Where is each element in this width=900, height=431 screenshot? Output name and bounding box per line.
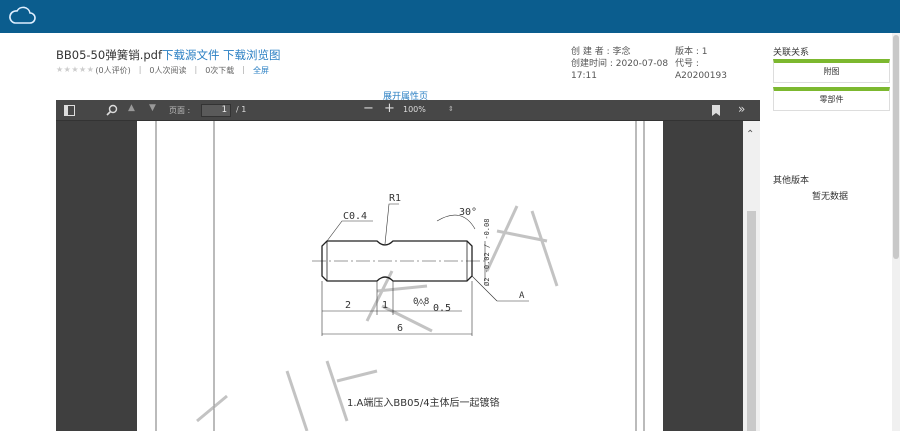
pdf-scroll-thumb[interactable] (747, 211, 756, 431)
relations-title: 关联关系 (773, 48, 810, 58)
version: 版本 : 1 (675, 47, 708, 57)
bookmark-icon[interactable] (712, 105, 720, 116)
zoom-dropdown-icon[interactable]: ⇕ (448, 105, 454, 113)
pdf-scrollbar[interactable]: ⌃ (743, 121, 760, 431)
dim-1-label: 1 (382, 300, 388, 311)
page-label: 页面 : (169, 106, 191, 115)
sidebar-toggle-icon[interactable] (64, 105, 75, 116)
other-versions-title: 其他版本 (773, 176, 810, 186)
no-data-text: 暂无数据 (812, 192, 849, 202)
dim-2-label: 2 (345, 300, 351, 311)
page-scrollbar[interactable] (892, 33, 900, 431)
separator: | (138, 65, 142, 74)
engineering-drawing: C0.4 R1 30° 2 1 0.8 0.5 6 Ø2 -0.02 / -0.… (155, 121, 645, 431)
top-bar (0, 0, 900, 33)
prev-page-icon[interactable]: ▲ (128, 103, 135, 113)
download-count: 0次下载 (205, 66, 235, 75)
read-count: 0人次阅读 (149, 66, 187, 75)
attachment-button[interactable]: 附图 (773, 59, 890, 83)
creator-info: 创 建 者 : 李念 创建时间 : 2020-07-08 17:11 (571, 46, 668, 82)
separator: | (194, 65, 198, 74)
download-preview-link[interactable]: 下载浏览图 (223, 47, 281, 63)
fullscreen-link[interactable]: 全屏 (253, 65, 269, 76)
code-label: 代号 : (675, 59, 699, 69)
creator: 创 建 者 : 李念 (571, 47, 631, 57)
angle-label: 30° (459, 207, 477, 218)
page-number-input[interactable]: 1 (201, 104, 231, 117)
page-scroll-thumb[interactable] (893, 35, 899, 259)
dim-0-5-label: 0.5 (433, 303, 451, 314)
file-stats: ★★★★★ (0人评价) | 0人次阅读 | 0次下载 | 全屏 (56, 65, 269, 76)
pdf-page: C0.4 R1 30° 2 1 0.8 0.5 6 Ø2 -0.02 / -0.… (137, 121, 663, 431)
zoom-in-button[interactable]: + (384, 101, 395, 116)
next-page-icon[interactable]: ▼ (149, 103, 156, 113)
separator: | (242, 65, 245, 74)
file-name: BB05-50弹簧销.pdf (56, 48, 162, 62)
zoom-out-button[interactable]: − (363, 101, 374, 116)
radius-label: R1 (389, 193, 401, 204)
cloud-icon[interactable] (8, 6, 38, 26)
created-time: 创建时间 : 2020-07-08 (571, 59, 669, 69)
rating-stars[interactable]: ★★★★★ (56, 65, 94, 76)
zoom-select[interactable]: 100% (403, 105, 426, 114)
pdf-viewer: ▲ ▼ 页面 : 1 / 1 − + 100% ⇕ » C0.4 R1 30° … (56, 100, 760, 431)
chamfer-label: C0.4 (343, 211, 367, 222)
dim-0-8-label: 0.8 (413, 297, 429, 307)
tolerance-label: Ø2 -0.02 / -0.08 (483, 219, 491, 286)
search-icon[interactable] (106, 104, 118, 116)
rating-count: (0人评价) (95, 66, 131, 75)
download-source-link[interactable]: 下载源文件 (162, 47, 220, 63)
dim-6-label: 6 (397, 323, 403, 334)
version-info: 版本 : 1 代号 : A20200193 (675, 46, 727, 82)
page-total: / 1 (236, 105, 247, 114)
parts-button[interactable]: 零部件 (773, 87, 890, 111)
pdf-toolbar: ▲ ▼ 页面 : 1 / 1 − + 100% ⇕ » (56, 100, 760, 121)
created-clock: 17:11 (571, 71, 597, 81)
drawing-note: 1.A端压入BB05/4主体后一起镀铬 (347, 396, 500, 409)
scroll-up-icon[interactable]: ⌃ (746, 129, 754, 140)
code-value: A20200193 (675, 71, 727, 81)
more-tools-icon[interactable]: » (738, 102, 745, 116)
ref-a-label: A (519, 291, 525, 301)
